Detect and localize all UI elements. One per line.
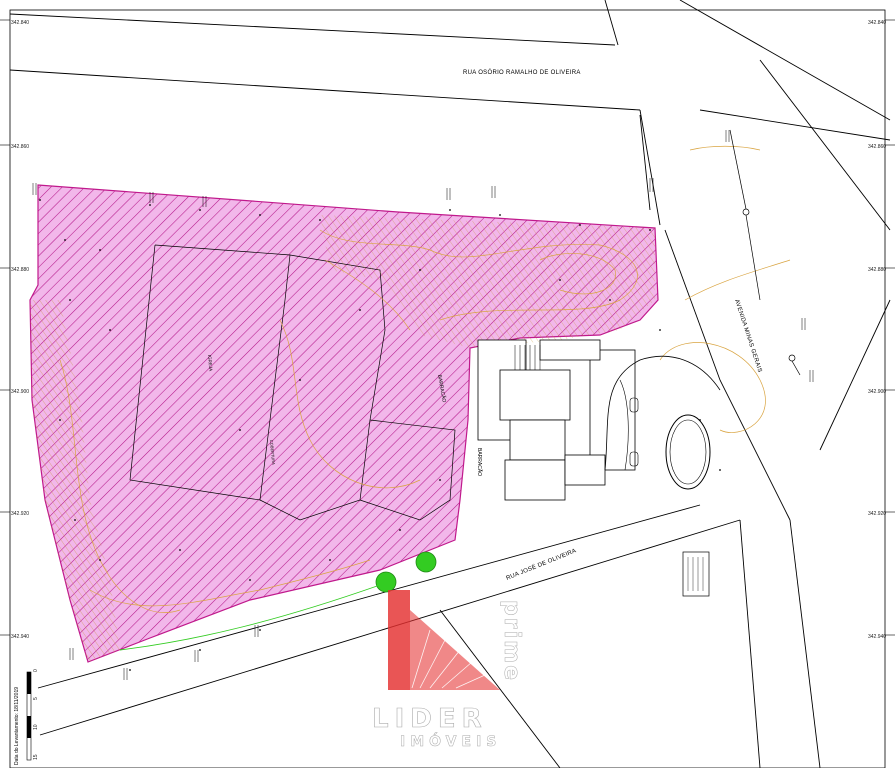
site-plan-map: RUA OSÓRIO RAMALHO DE OLIVEIRA AVENIDA M… — [0, 0, 895, 768]
roundabout — [665, 414, 711, 490]
svg-text:342.840: 342.840 — [868, 20, 886, 26]
svg-text:342.920: 342.920 — [868, 511, 886, 517]
lamp-posts — [729, 129, 801, 376]
svg-text:342.860: 342.860 — [11, 144, 29, 150]
svg-text:342.940: 342.940 — [868, 634, 886, 640]
grid-coordinates-left: 342.840 342.860 342.880 342.900 342.920 … — [11, 20, 29, 640]
svg-text:342.920: 342.920 — [11, 511, 29, 517]
survey-date-note: Data do Levantamento: 18/11/2019 — [14, 687, 20, 765]
street-east-label: AVENIDA MINAS GERAIS — [733, 299, 762, 374]
watermark-side: prime — [499, 600, 524, 682]
svg-text:342.880: 342.880 — [868, 267, 886, 273]
building-complex — [477, 339, 636, 501]
scale-tick-10: 10 — [33, 724, 39, 730]
barracao-lower-label: BARRACÃO — [476, 448, 483, 476]
watermark-brand: LIDER — [372, 704, 488, 734]
watermark-sub: IMÓVEIS — [400, 732, 501, 750]
scale-tick-0: 0 — [33, 669, 39, 672]
svg-text:342.840: 342.840 — [11, 20, 29, 26]
street-south-label: RUA JOSÉ DE OLIVEIRA — [505, 547, 577, 582]
scale-bar: 0 5 10 15 — [26, 669, 39, 761]
svg-text:342.900: 342.900 — [11, 389, 29, 395]
east-avenue — [639, 59, 891, 768]
tree-icon — [375, 571, 397, 593]
scale-tick-15: 15 — [33, 754, 39, 760]
roundabout-inner — [669, 419, 707, 485]
svg-text:342.860: 342.860 — [868, 144, 886, 150]
svg-text:342.880: 342.880 — [11, 267, 29, 273]
scale-tick-5: 5 — [33, 697, 39, 700]
watermark-logo: LIDER IMÓVEIS prime — [372, 590, 524, 750]
legend-box — [682, 551, 710, 597]
svg-text:342.940: 342.940 — [11, 634, 29, 640]
street-north-label: RUA OSÓRIO RAMALHO DE OLIVEIRA — [463, 69, 581, 76]
svg-text:342.900: 342.900 — [868, 389, 886, 395]
tree-icon — [415, 551, 437, 573]
